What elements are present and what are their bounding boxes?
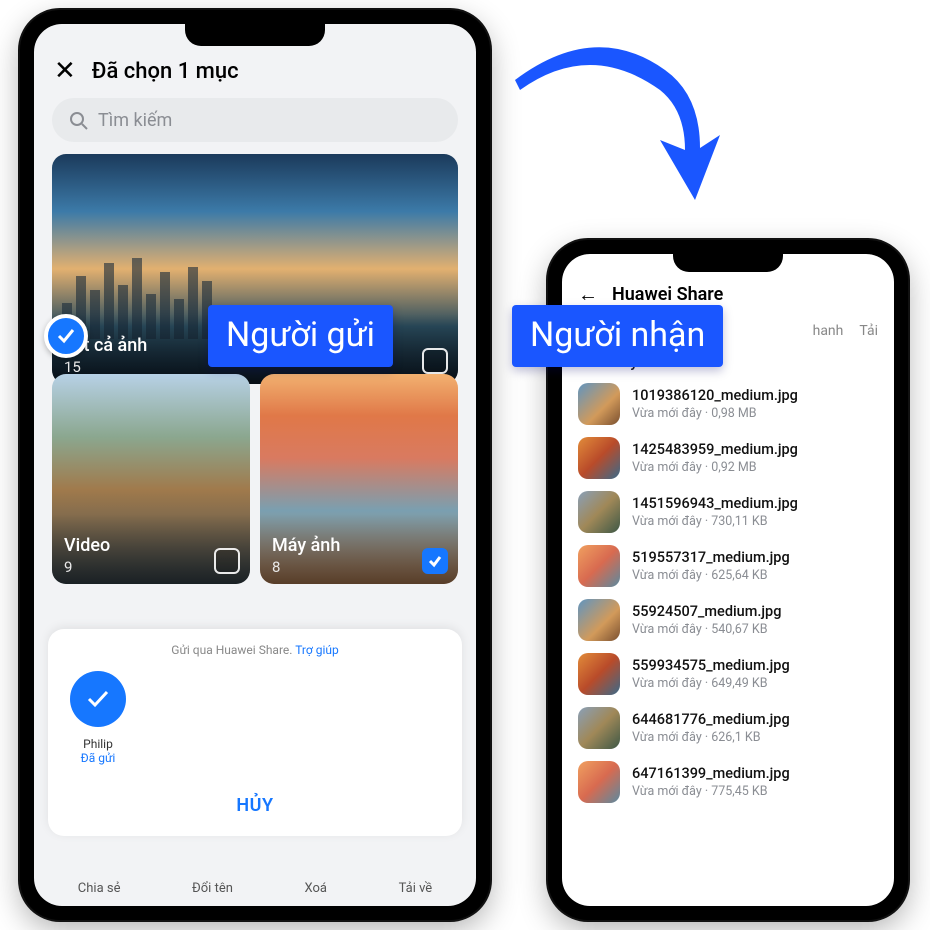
sender-label: Người gửi [208,305,393,367]
file-row[interactable]: 559934575_medium.jpg Vừa mới đây · 649,49… [562,647,894,701]
recipient-name: Philip [70,737,126,751]
receiver-label: Người nhận [512,305,723,367]
notch [185,24,325,46]
file-name: 559934575_medium.jpg [632,657,790,674]
file-name: 55924507_medium.jpg [632,603,781,620]
file-row[interactable]: 55924507_medium.jpg Vừa mới đây · 540,67 … [562,593,894,647]
file-row[interactable]: 1019386120_medium.jpg Vừa mới đây · 0,98 … [562,377,894,431]
recipient-avatar [70,671,126,727]
selection-badge [44,314,88,358]
back-icon[interactable]: ← [578,282,598,307]
search-placeholder: Tìm kiếm [98,110,172,131]
file-meta: Vừa mới đây · 775,45 KB [632,784,790,799]
album-title: Máy ảnh [272,535,340,556]
tab-partial[interactable]: Tải [859,323,878,339]
action-rename[interactable]: Đổi tên [192,881,233,896]
check-icon [85,686,111,712]
checkbox[interactable] [214,548,240,574]
file-name: 1425483959_medium.jpg [632,441,798,458]
file-meta: Vừa mới đây · 649,49 KB [632,676,790,691]
cancel-button[interactable]: HỦY [62,785,448,818]
flow-arrow [510,40,730,240]
action-download[interactable]: Tải về [399,881,433,896]
file-row[interactable]: 644681776_medium.jpg Vừa mới đây · 626,1 … [562,701,894,755]
file-thumbnail [578,437,620,479]
file-name: 1019386120_medium.jpg [632,387,798,404]
action-share[interactable]: Chia sẻ [78,881,121,896]
file-thumbnail [578,599,620,641]
search-input[interactable]: Tìm kiếm [52,98,458,142]
file-row[interactable]: 647161399_medium.jpg Vừa mới đây · 775,45… [562,755,894,809]
page-title: Đã chọn 1 mục [92,59,239,84]
checkbox[interactable] [422,348,448,374]
file-thumbnail [578,383,620,425]
file-thumbnail [578,707,620,749]
album-camera[interactable]: Máy ảnh 8 [260,374,458,584]
file-thumbnail [578,545,620,587]
file-name: 1451596943_medium.jpg [632,495,798,512]
file-thumbnail [578,761,620,803]
close-icon[interactable]: ✕ [54,58,76,84]
album-count: 8 [272,558,280,576]
file-name: 519557317_medium.jpg [632,549,790,566]
file-name: 647161399_medium.jpg [632,765,790,782]
file-meta: Vừa mới đây · 730,11 KB [632,514,798,529]
file-row[interactable]: 1451596943_medium.jpg Vừa mới đây · 730,1… [562,485,894,539]
share-panel: Gửi qua Huawei Share. Trợ giúp Philip Đã… [48,629,462,836]
recipient-status: Đã gửi [70,751,126,765]
file-name: 644681776_medium.jpg [632,711,790,728]
action-delete[interactable]: Xoá [304,881,327,896]
bottom-action-bar: Chia sẻ Đổi tên Xoá Tải về [34,881,476,896]
tab-partial[interactable]: hanh [813,323,844,339]
file-meta: Vừa mới đây · 540,67 KB [632,622,781,637]
checkbox-checked[interactable] [422,548,448,574]
file-meta: Vừa mới đây · 625,64 KB [632,568,790,583]
check-icon [55,325,77,347]
file-meta: Vừa mới đây · 0,92 MB [632,460,798,475]
sender-phone-frame: ✕ Đã chọn 1 mục Tìm kiếm Tất cả ảnh 15 [20,10,490,920]
share-hint-text: Gửi qua Huawei Share. [171,643,292,657]
page-title: Huawei Share [612,284,723,305]
file-thumbnail [578,653,620,695]
album-title: Video [64,535,110,556]
file-row[interactable]: 519557317_medium.jpg Vừa mới đây · 625,64… [562,539,894,593]
file-meta: Vừa mới đây · 0,98 MB [632,406,798,421]
album-count: 9 [64,558,72,576]
file-row[interactable]: 1425483959_medium.jpg Vừa mới đây · 0,92 … [562,431,894,485]
file-thumbnail [578,491,620,533]
file-list: 1019386120_medium.jpg Vừa mới đây · 0,98 … [562,377,894,809]
album-video[interactable]: Video 9 [52,374,250,584]
help-link[interactable]: Trợ giúp [295,643,339,657]
share-recipient[interactable]: Philip Đã gửi [62,671,448,765]
file-meta: Vừa mới đây · 626,1 KB [632,730,790,745]
search-icon [68,110,88,130]
notch [673,254,783,272]
check-icon [427,553,443,569]
